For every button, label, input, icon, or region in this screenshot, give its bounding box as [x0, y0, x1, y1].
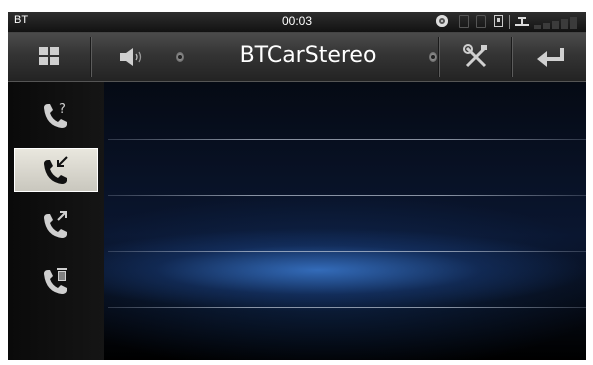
grid-icon [39, 47, 59, 65]
disc-icon [436, 15, 448, 27]
phone-incoming-icon [44, 156, 68, 184]
usb-icon [476, 15, 486, 28]
volume-knob-right [429, 52, 437, 62]
car-stereo-screen: BT 00:03 BTCarStereo ? [8, 12, 586, 360]
phone-trash-icon [44, 268, 67, 294]
phone-question-icon: ? [44, 102, 67, 128]
call-row-divider [108, 307, 586, 308]
call-row-divider [108, 251, 586, 252]
phone-connected-icon [494, 15, 503, 27]
bluetooth-signal-icon [515, 15, 529, 27]
volume-button[interactable] [91, 33, 188, 81]
signal-bars-icon [534, 15, 582, 29]
missed-calls-button[interactable]: ? [14, 92, 98, 138]
settings-button[interactable] [439, 33, 511, 81]
status-bar: BT 00:03 [8, 12, 586, 33]
phone-outgoing-icon [44, 211, 67, 238]
tools-icon [463, 44, 487, 68]
call-row-divider [108, 195, 586, 196]
status-divider [509, 15, 510, 29]
sd-card-icon [459, 15, 469, 28]
call-log-panel: ? [8, 82, 586, 360]
svg-text:?: ? [59, 102, 66, 117]
dialed-calls-button[interactable] [14, 202, 98, 248]
back-button[interactable] [512, 33, 586, 81]
return-arrow-icon [537, 48, 564, 67]
delete-call-log-button[interactable] [14, 258, 98, 304]
page-title: BTCarStereo [239, 43, 377, 68]
title-bar: BTCarStereo [8, 33, 586, 82]
menu-button[interactable] [8, 33, 90, 81]
call-row-divider [108, 139, 586, 140]
volume-knob-left [176, 52, 184, 62]
received-calls-button[interactable] [14, 148, 98, 192]
speaker-icon [120, 48, 142, 66]
call-log-sidebar: ? [8, 82, 104, 360]
